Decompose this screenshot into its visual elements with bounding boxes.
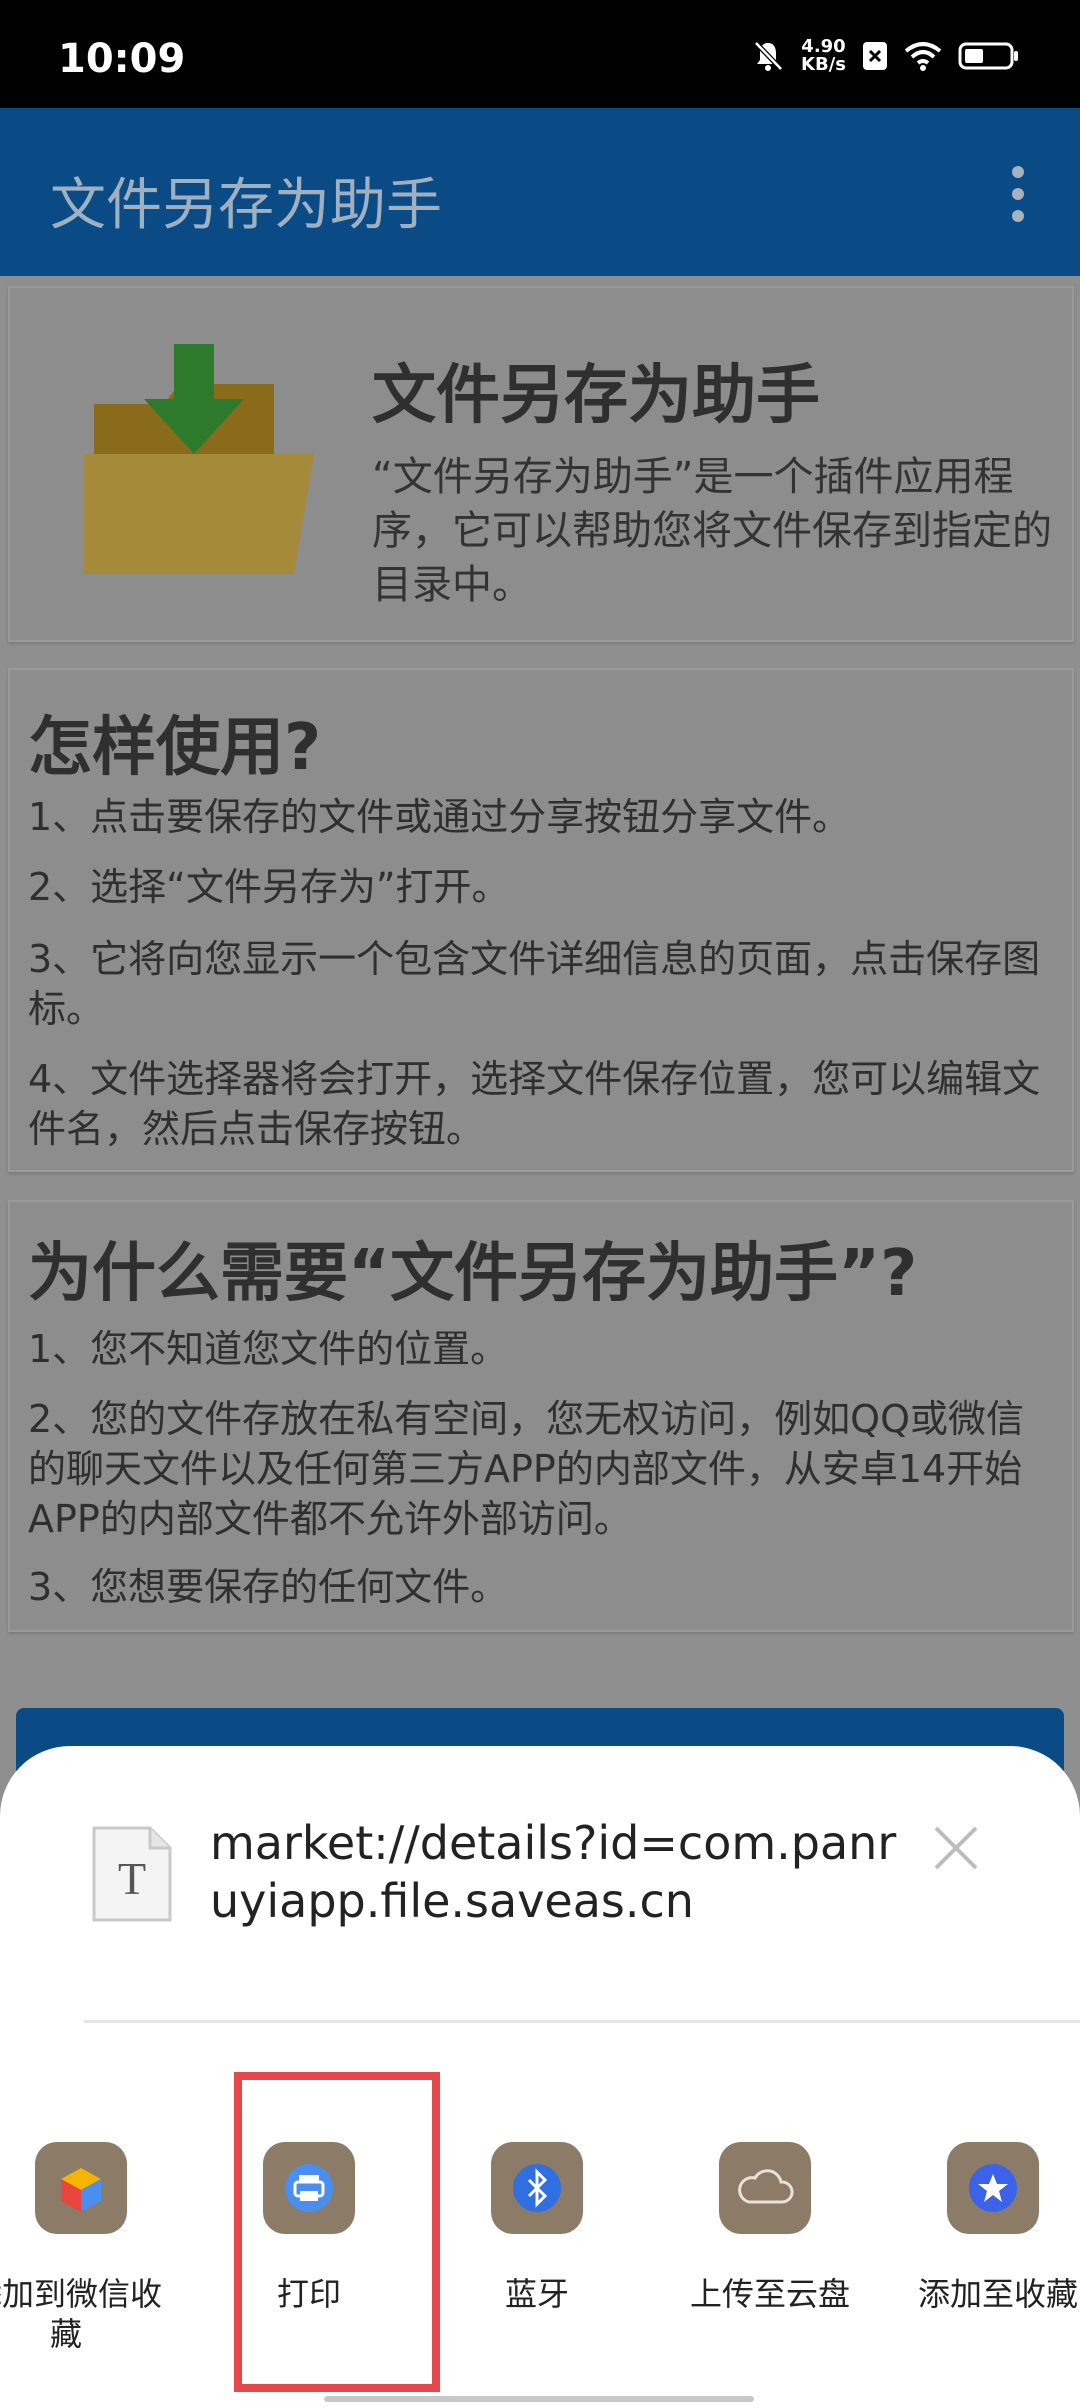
share-target-label: 添加至收藏 — [918, 2275, 1079, 2313]
status-bar: 10:09 4.90 KB/s — [0, 0, 1080, 108]
why-heading: 为什么需要“文件另存为助手”? — [28, 1237, 918, 1311]
how-to-step: 2、选择“文件另存为”打开。 — [28, 865, 510, 909]
share-target-wechat-favorites[interactable]: 添加到微信收藏 — [0, 2142, 162, 2354]
overflow-menu-icon[interactable] — [1008, 166, 1028, 226]
no-sim-icon — [863, 42, 887, 70]
share-target-cloud[interactable]: 上传至云盘 — [690, 2142, 851, 2314]
star-icon — [969, 2164, 1017, 2212]
app-title: 文件另存为助手 — [50, 173, 442, 238]
app-bar: 文件另存为助手 — [0, 108, 1080, 276]
share-target-label: 添加到微信收藏 — [0, 2275, 162, 2353]
why-card: 为什么需要“文件另存为助手”? 1、您不知道您文件的位置。 2、您的文件存放在私… — [8, 1200, 1074, 1632]
wechat-favorites-icon — [61, 2168, 101, 2212]
net-speed: 4.90 KB/s — [801, 38, 846, 74]
status-icons: 4.90 KB/s — [751, 36, 1020, 76]
bluetooth-icon — [513, 2164, 561, 2212]
close-icon[interactable] — [932, 1824, 980, 1872]
text-file-icon: T — [92, 1826, 172, 1922]
folder-download-icon — [84, 344, 314, 574]
intro-title: 文件另存为助手 — [372, 359, 820, 433]
share-sheet: T market://details?id=com.panruyiapp.fil… — [0, 1746, 1080, 2408]
share-target-label: 上传至云盘 — [690, 2275, 851, 2313]
how-to-step: 4、文件选择器将会打开，选择文件保存位置，您可以编辑文件名，然后点击保存按钮。 — [28, 1057, 1041, 1151]
net-speed-unit: KB/s — [801, 54, 846, 75]
why-reason: 1、您不知道您文件的位置。 — [28, 1327, 509, 1371]
print-highlight-box — [234, 2072, 440, 2392]
how-to-step: 1、点击要保存的文件或通过分享按钮分享文件。 — [28, 795, 851, 839]
why-reason: 2、您的文件存放在私有空间，您无权访问，例如QQ或微信的聊天文件以及任何第三方A… — [28, 1397, 1024, 1541]
battery-icon — [958, 42, 1018, 70]
how-to-heading: 怎样使用? — [28, 711, 322, 785]
shared-text: market://details?id=com.panruyiapp.file.… — [210, 1816, 897, 1928]
status-time: 10:09 — [58, 36, 186, 82]
intro-description: “文件另存为助手”是一个插件应用程序，它可以帮助您将文件保存到指定的目录中。 — [372, 454, 1052, 608]
file-icon-letter: T — [118, 1853, 146, 1904]
why-reason: 3、您想要保存的任何文件。 — [28, 1565, 509, 1609]
how-to-card: 怎样使用? 1、点击要保存的文件或通过分享按钮分享文件。 2、选择“文件另存为”… — [8, 668, 1074, 1172]
mute-bell-icon — [754, 41, 783, 71]
cloud-icon — [738, 2169, 794, 2204]
home-indicator[interactable] — [324, 2396, 754, 2402]
share-target-label: 蓝牙 — [504, 2275, 569, 2313]
how-to-step: 3、它将向您显示一个包含文件详细信息的页面，点击保存图标。 — [28, 937, 1041, 1031]
share-target-favorites[interactable]: 添加至收藏 — [918, 2142, 1079, 2314]
divider — [84, 2020, 1080, 2023]
intro-card: 文件另存为助手 “文件另存为助手”是一个插件应用程序，它可以帮助您将文件保存到指… — [8, 286, 1074, 642]
wifi-icon — [904, 42, 942, 71]
share-target-bluetooth[interactable]: 蓝牙 — [462, 2142, 612, 2314]
